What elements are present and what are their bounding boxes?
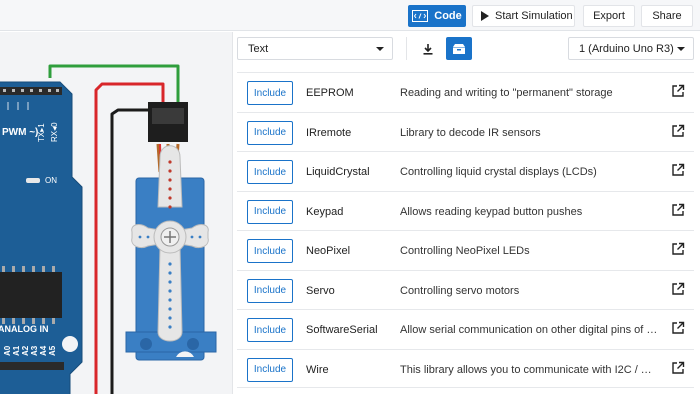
chevron-down-icon: [677, 47, 685, 51]
library-description: Controlling NeoPixel LEDs: [400, 245, 530, 257]
library-name: Servo: [306, 284, 335, 297]
editor-mode-value: Text: [248, 42, 269, 55]
share-label: Share: [652, 10, 682, 22]
analog-header: [0, 362, 64, 370]
pin-a0-label: A0: [3, 345, 12, 356]
export-label: Export: [593, 10, 625, 22]
start-simulation-button[interactable]: Start Simulation: [472, 5, 575, 27]
top-toolbar: Code Start Simulation Export Share: [0, 0, 700, 31]
download-button[interactable]: [415, 37, 441, 60]
list-item: Include LiquidCrystal Controlling liquid…: [237, 151, 694, 191]
board-select-value: 1 (Arduino Uno R3): [579, 42, 674, 55]
on-led-icon: [26, 178, 40, 183]
external-link-icon[interactable]: [671, 124, 685, 138]
library-name: LiquidCrystal: [306, 166, 370, 178]
mounting-hole: [62, 336, 78, 352]
pwm-label: PWM ~): [2, 127, 38, 138]
code-editor-icon: [412, 10, 429, 22]
analog-in-label: ANALOG IN: [0, 324, 49, 334]
external-link-icon[interactable]: [671, 321, 685, 335]
libraries-button[interactable]: [446, 37, 472, 60]
start-simulation-label: Start Simulation: [495, 10, 573, 22]
external-link-icon[interactable]: [671, 282, 685, 296]
pin-a5-label: A5: [48, 345, 57, 356]
pin-a2-label: A2: [21, 345, 30, 356]
board-select[interactable]: 1 (Arduino Uno R3): [568, 37, 694, 60]
include-button[interactable]: Include: [247, 120, 293, 145]
library-name: NeoPixel: [306, 245, 351, 257]
library-description: Allow serial communication on other digi…: [400, 324, 658, 336]
library-description: Controlling servo motors: [400, 284, 520, 297]
list-item: Include EEPROM Reading and writing to "p…: [237, 72, 694, 112]
include-button[interactable]: Include: [247, 278, 293, 303]
library-description: This library allows you to communicate w…: [400, 363, 658, 376]
tx-label: TX▸1: [37, 123, 46, 142]
microcontroller-chip: [0, 272, 62, 318]
library-description: Controlling liquid crystal displays (LCD…: [400, 166, 597, 178]
external-link-icon[interactable]: [671, 242, 685, 256]
include-button[interactable]: Include: [247, 357, 293, 382]
external-link-icon[interactable]: [671, 203, 685, 217]
list-item: Include Servo Controlling servo motors: [237, 269, 694, 310]
list-item: Include SoftwareSerial Allow serial comm…: [237, 309, 694, 349]
include-button[interactable]: Include: [247, 199, 293, 224]
include-button[interactable]: Include: [247, 318, 293, 342]
code-button-label: Code: [434, 10, 462, 22]
circuit-canvas[interactable]: PWM ~) TX▸1 RX◂0 ON ANALOG IN A0 A1 A2 A…: [0, 32, 232, 394]
library-name: Keypad: [306, 205, 344, 218]
library-name: Wire: [306, 363, 329, 376]
list-item: Include Keypad Allows reading keypad but…: [237, 190, 694, 231]
library-name: EEPROM: [306, 87, 354, 99]
library-box-icon: [453, 43, 465, 54]
list-item: Include IRremote Library to decode IR se…: [237, 111, 694, 152]
export-button[interactable]: Export: [583, 5, 635, 27]
list-item: Include NeoPixel Controlling NeoPixel LE…: [237, 230, 694, 270]
on-label: ON: [45, 176, 57, 185]
arduino-board[interactable]: PWM ~) TX▸1 RX◂0 ON ANALOG IN A0 A1 A2 A…: [0, 81, 83, 394]
library-list: Include EEPROM Reading and writing to "p…: [237, 72, 694, 388]
servo-motor[interactable]: [125, 102, 217, 361]
pin-a1-label: A1: [12, 345, 21, 356]
library-name: IRremote: [306, 126, 352, 139]
external-link-icon[interactable]: [671, 163, 685, 177]
share-button[interactable]: Share: [641, 5, 693, 27]
external-link-icon[interactable]: [671, 84, 685, 98]
external-link-icon[interactable]: [671, 361, 685, 375]
download-icon: [423, 43, 433, 55]
play-icon: [481, 11, 489, 21]
rx-label: RX◂0: [50, 122, 59, 142]
include-button[interactable]: Include: [247, 81, 293, 105]
circuit-drawing: PWM ~) TX▸1 RX◂0 ON ANALOG IN A0 A1 A2 A…: [0, 64, 217, 394]
library-description: Allows reading keypad button pushes: [400, 205, 583, 218]
pin-a4-label: A4: [39, 345, 48, 356]
code-button[interactable]: Code: [408, 5, 466, 27]
toolbar-divider: [406, 37, 407, 60]
include-button[interactable]: Include: [247, 160, 293, 184]
library-name: SoftwareSerial: [306, 324, 378, 336]
library-description: Reading and writing to "permanent" stora…: [400, 87, 613, 99]
chevron-down-icon: [376, 47, 384, 51]
code-panel: Text 1 (Arduino Uno R3) Include EEPROM R…: [232, 32, 700, 394]
library-description: Library to decode IR sensors: [400, 126, 541, 139]
editor-mode-select[interactable]: Text: [237, 37, 393, 60]
list-item: Include Wire This library allows you to …: [237, 348, 694, 388]
include-button[interactable]: Include: [247, 239, 293, 263]
pin-a3-label: A3: [30, 345, 39, 356]
